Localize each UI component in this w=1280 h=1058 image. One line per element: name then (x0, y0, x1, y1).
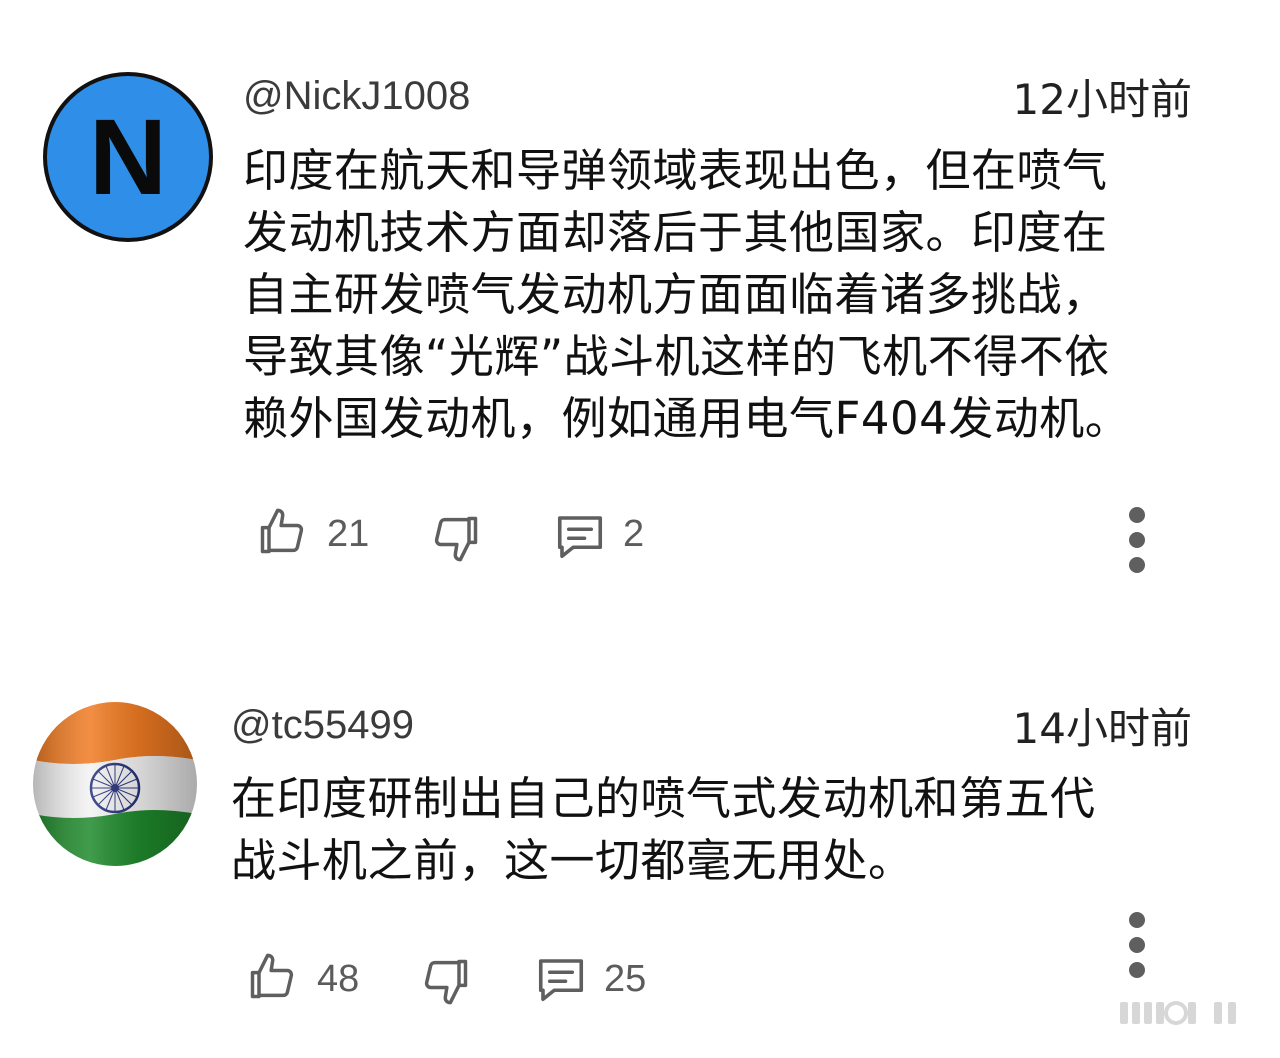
comment-text-line: 导致其像“光辉”战斗机这样的飞机不得不依 (243, 330, 1110, 383)
like-count: 48 (317, 958, 360, 1000)
like-icon[interactable] (256, 505, 308, 559)
comment-text-line: 在印度研制出自己的喷气式发动机和第五代 (231, 772, 1096, 825)
like-count: 21 (327, 513, 370, 555)
more-icon[interactable] (1127, 507, 1147, 582)
comment-timestamp: 12小时前 (1012, 75, 1192, 124)
comment-timestamp: 14小时前 (1012, 704, 1192, 753)
dislike-icon[interactable] (430, 511, 482, 565)
reply-icon[interactable] (533, 952, 589, 1006)
comment-text-line: 印度在航天和导弹领域表现出色，但在喷气 (243, 144, 1108, 197)
comment-text: 在印度研制出自己的喷气式发动机和第五代 战斗机之前，这一切都毫无用处。 (231, 768, 1181, 892)
dislike-icon[interactable] (420, 954, 472, 1008)
comment-actions: 48 25 (0, 912, 1280, 1016)
avatar[interactable]: N (43, 72, 213, 242)
comment-text-line: 赖外国发动机，例如通用电气F404发动机。 (243, 392, 1131, 445)
reply-icon[interactable] (552, 509, 608, 563)
comment-text-line: 自主研发喷气发动机方面面临着诸多挑战， (243, 268, 1108, 321)
reply-count: 25 (604, 958, 647, 1000)
comment-1: N @NickJ1008 12小时前 印度在航天和导弹领域表现出色，但在喷气 发… (0, 0, 1280, 620)
comment-2: @tc55499 14小时前 在印度研制出自己的喷气式发动机和第五代 战斗机之前… (0, 660, 1280, 1058)
comment-author-handle[interactable]: @NickJ1008 (243, 76, 470, 116)
comment-text-line: 战斗机之前，这一切都毫无用处。 (231, 834, 914, 887)
india-flag-avatar-image (33, 702, 197, 866)
more-icon[interactable] (1127, 912, 1147, 987)
comment-text-line: 发动机技术方面却落后于其他国家。印度在 (243, 206, 1108, 259)
system-status-glyph (1120, 1001, 1236, 1025)
avatar[interactable] (33, 702, 197, 866)
comment-text: 印度在航天和导弹领域表现出色，但在喷气 发动机技术方面却落后于其他国家。印度在 … (243, 140, 1193, 450)
like-icon[interactable] (246, 950, 298, 1004)
reply-count: 2 (623, 513, 645, 555)
comment-actions: 21 2 (0, 499, 1280, 573)
avatar-letter: N (89, 96, 167, 217)
comment-author-handle[interactable]: @tc55499 (231, 705, 414, 745)
